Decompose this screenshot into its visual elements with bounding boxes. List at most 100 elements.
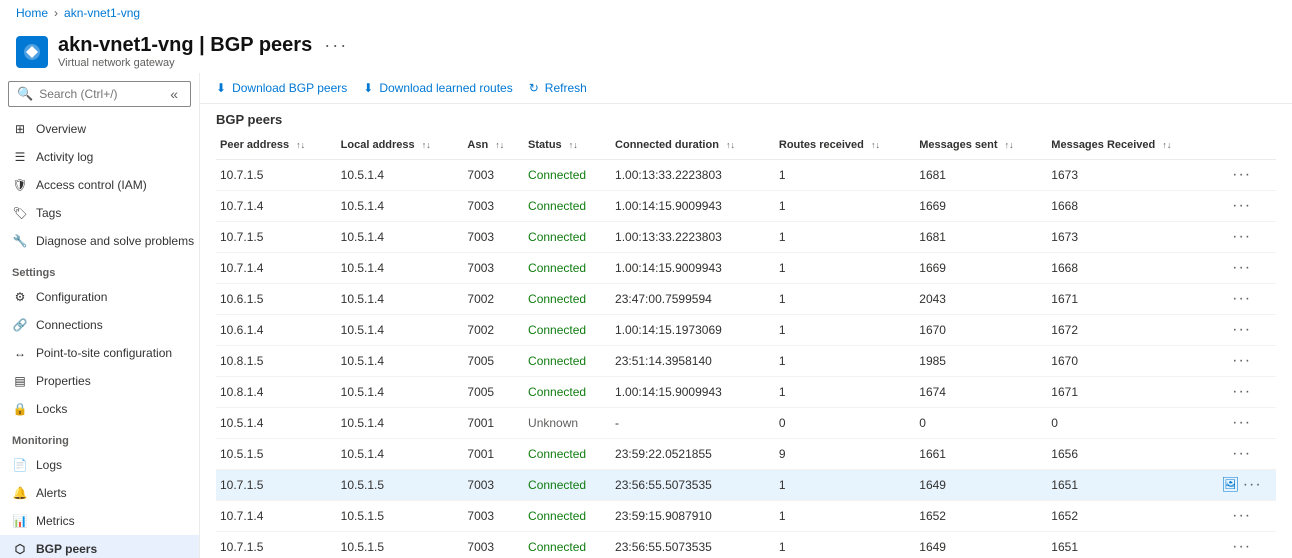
table-row: 10.6.1.4 10.5.1.4 7002 Connected 1.00:14… (216, 315, 1276, 346)
sort-messages-received: ↑↓ (1162, 140, 1171, 150)
screenshot-icon[interactable]: 🖼 (1222, 476, 1240, 492)
col-routes-received[interactable]: Routes received ↑↓ (775, 131, 915, 160)
cell-received: 1652 (1047, 501, 1211, 532)
col-peer-address[interactable]: Peer address ↑↓ (216, 131, 337, 160)
cell-routes: 1 (775, 315, 915, 346)
resource-subtitle: Virtual network gateway (58, 57, 348, 69)
row-more-button[interactable]: ··· (1232, 383, 1251, 400)
sidebar-item-activity-log[interactable]: ☰ Activity log (0, 143, 199, 171)
row-more-button[interactable]: ··· (1232, 321, 1251, 338)
download-bgp-button[interactable]: ⬇ Download BGP peers (216, 81, 347, 95)
cell-asn: 7003 (463, 470, 524, 501)
row-more-button[interactable]: ··· (1232, 352, 1251, 369)
sidebar-item-logs[interactable]: 📄 Logs (0, 451, 199, 479)
col-status[interactable]: Status ↑↓ (524, 131, 611, 160)
cell-asn: 7001 (463, 439, 524, 470)
sidebar-item-access-control[interactable]: 🛡 Access control (IAM) (0, 171, 199, 199)
cell-more[interactable]: ··· (1211, 160, 1276, 191)
row-more-button[interactable]: ··· (1232, 414, 1251, 431)
cell-routes: 1 (775, 284, 915, 315)
row-more-button[interactable]: ··· (1243, 476, 1262, 493)
monitoring-section-label: Monitoring (0, 423, 199, 451)
col-messages-received[interactable]: Messages Received ↑↓ (1047, 131, 1211, 160)
cell-more[interactable]: ··· (1211, 315, 1276, 346)
cell-peer-address: 10.7.1.4 (216, 191, 337, 222)
table-row: 10.8.1.4 10.5.1.4 7005 Connected 1.00:14… (216, 377, 1276, 408)
sidebar-label-activity-log: Activity log (36, 150, 93, 164)
cell-duration: 1.00:13:33.2223803 (611, 222, 775, 253)
cell-sent: 1661 (915, 439, 1047, 470)
sidebar-item-connections[interactable]: 🔗 Connections (0, 311, 199, 339)
cell-more[interactable]: ··· (1211, 377, 1276, 408)
cell-local-address: 10.5.1.4 (337, 222, 464, 253)
table-row: 10.7.1.5 10.5.1.5 7003 Connected 23:56:5… (216, 532, 1276, 558)
cell-status: Connected (524, 346, 611, 377)
cell-more[interactable]: ··· (1211, 439, 1276, 470)
grid-icon: ⊞ (12, 121, 28, 137)
cell-asn: 7003 (463, 222, 524, 253)
cell-status: Connected (524, 160, 611, 191)
search-input[interactable] (39, 87, 160, 101)
search-box[interactable]: 🔍 « (8, 81, 191, 107)
sidebar-item-bgp-peers[interactable]: ⬡ BGP peers (0, 535, 199, 558)
row-more-button[interactable]: ··· (1232, 507, 1251, 524)
cell-more[interactable]: ··· (1211, 253, 1276, 284)
cell-more[interactable]: ··· (1211, 191, 1276, 222)
cell-more[interactable]: ··· (1211, 284, 1276, 315)
download-routes-button[interactable]: ⬇ Download learned routes (363, 81, 512, 95)
sidebar-item-tags[interactable]: 🏷 Tags (0, 199, 199, 227)
col-connected-duration[interactable]: Connected duration ↑↓ (611, 131, 775, 160)
cell-asn: 7005 (463, 346, 524, 377)
cell-peer-address: 10.7.1.4 (216, 253, 337, 284)
sidebar-item-overview[interactable]: ⊞ Overview (0, 115, 199, 143)
row-more-button[interactable]: ··· (1232, 445, 1251, 462)
table-row: 10.7.1.5 10.5.1.5 7003 Connected 23:56:5… (216, 470, 1276, 501)
cell-more[interactable]: ··· (1211, 532, 1276, 558)
cell-more[interactable]: ··· (1211, 346, 1276, 377)
sidebar-item-alerts[interactable]: 🔔 Alerts (0, 479, 199, 507)
cell-more[interactable]: ··· (1211, 501, 1276, 532)
row-more-button[interactable]: ··· (1232, 228, 1251, 245)
cell-duration: 23:59:15.9087910 (611, 501, 775, 532)
breadcrumb-resource[interactable]: akn-vnet1-vng (64, 6, 140, 20)
cell-sent: 1985 (915, 346, 1047, 377)
sidebar-item-diagnose[interactable]: 🔧 Diagnose and solve problems (0, 227, 199, 255)
row-more-button[interactable]: ··· (1232, 538, 1251, 555)
toolbar: ⬇ Download BGP peers ⬇ Download learned … (200, 73, 1292, 104)
cell-asn: 7003 (463, 532, 524, 558)
cell-received: 1670 (1047, 346, 1211, 377)
list-icon: ☰ (12, 149, 28, 165)
row-more-button[interactable]: ··· (1232, 290, 1251, 307)
more-options-button[interactable]: ··· (324, 35, 348, 56)
cell-more[interactable]: ··· (1211, 408, 1276, 439)
sidebar-item-point-to-site[interactable]: ↔ Point-to-site configuration (0, 339, 199, 367)
cell-asn: 7002 (463, 315, 524, 346)
cell-sent: 1652 (915, 501, 1047, 532)
refresh-button[interactable]: ↻ Refresh (529, 81, 587, 95)
row-more-button[interactable]: ··· (1232, 166, 1251, 183)
cell-more[interactable]: 🖼 ··· (1211, 470, 1276, 501)
sort-routes-received: ↑↓ (871, 140, 880, 150)
sort-peer-address: ↑↓ (296, 140, 305, 150)
sidebar-item-properties[interactable]: ▤ Properties (0, 367, 199, 395)
sidebar-item-metrics[interactable]: 📊 Metrics (0, 507, 199, 535)
cell-received: 1668 (1047, 253, 1211, 284)
page-header: akn-vnet1-vng | BGP peers ··· Virtual ne… (0, 26, 1292, 73)
cell-peer-address: 10.5.1.4 (216, 408, 337, 439)
row-more-button[interactable]: ··· (1232, 197, 1251, 214)
cell-duration: 1.00:14:15.1973069 (611, 315, 775, 346)
cell-peer-address: 10.7.1.5 (216, 532, 337, 558)
row-more-button[interactable]: ··· (1232, 259, 1251, 276)
sidebar-item-configuration[interactable]: ⚙ Configuration (0, 283, 199, 311)
cell-status: Connected (524, 439, 611, 470)
breadcrumb-home[interactable]: Home (16, 6, 48, 20)
sidebar-item-locks[interactable]: 🔒 Locks (0, 395, 199, 423)
cell-more[interactable]: ··· (1211, 222, 1276, 253)
cell-local-address: 10.5.1.4 (337, 284, 464, 315)
col-asn[interactable]: Asn ↑↓ (463, 131, 524, 160)
col-local-address[interactable]: Local address ↑↓ (337, 131, 464, 160)
collapse-button[interactable]: « (166, 86, 182, 102)
sidebar-label-configuration: Configuration (36, 290, 107, 304)
cell-local-address: 10.5.1.4 (337, 160, 464, 191)
col-messages-sent[interactable]: Messages sent ↑↓ (915, 131, 1047, 160)
